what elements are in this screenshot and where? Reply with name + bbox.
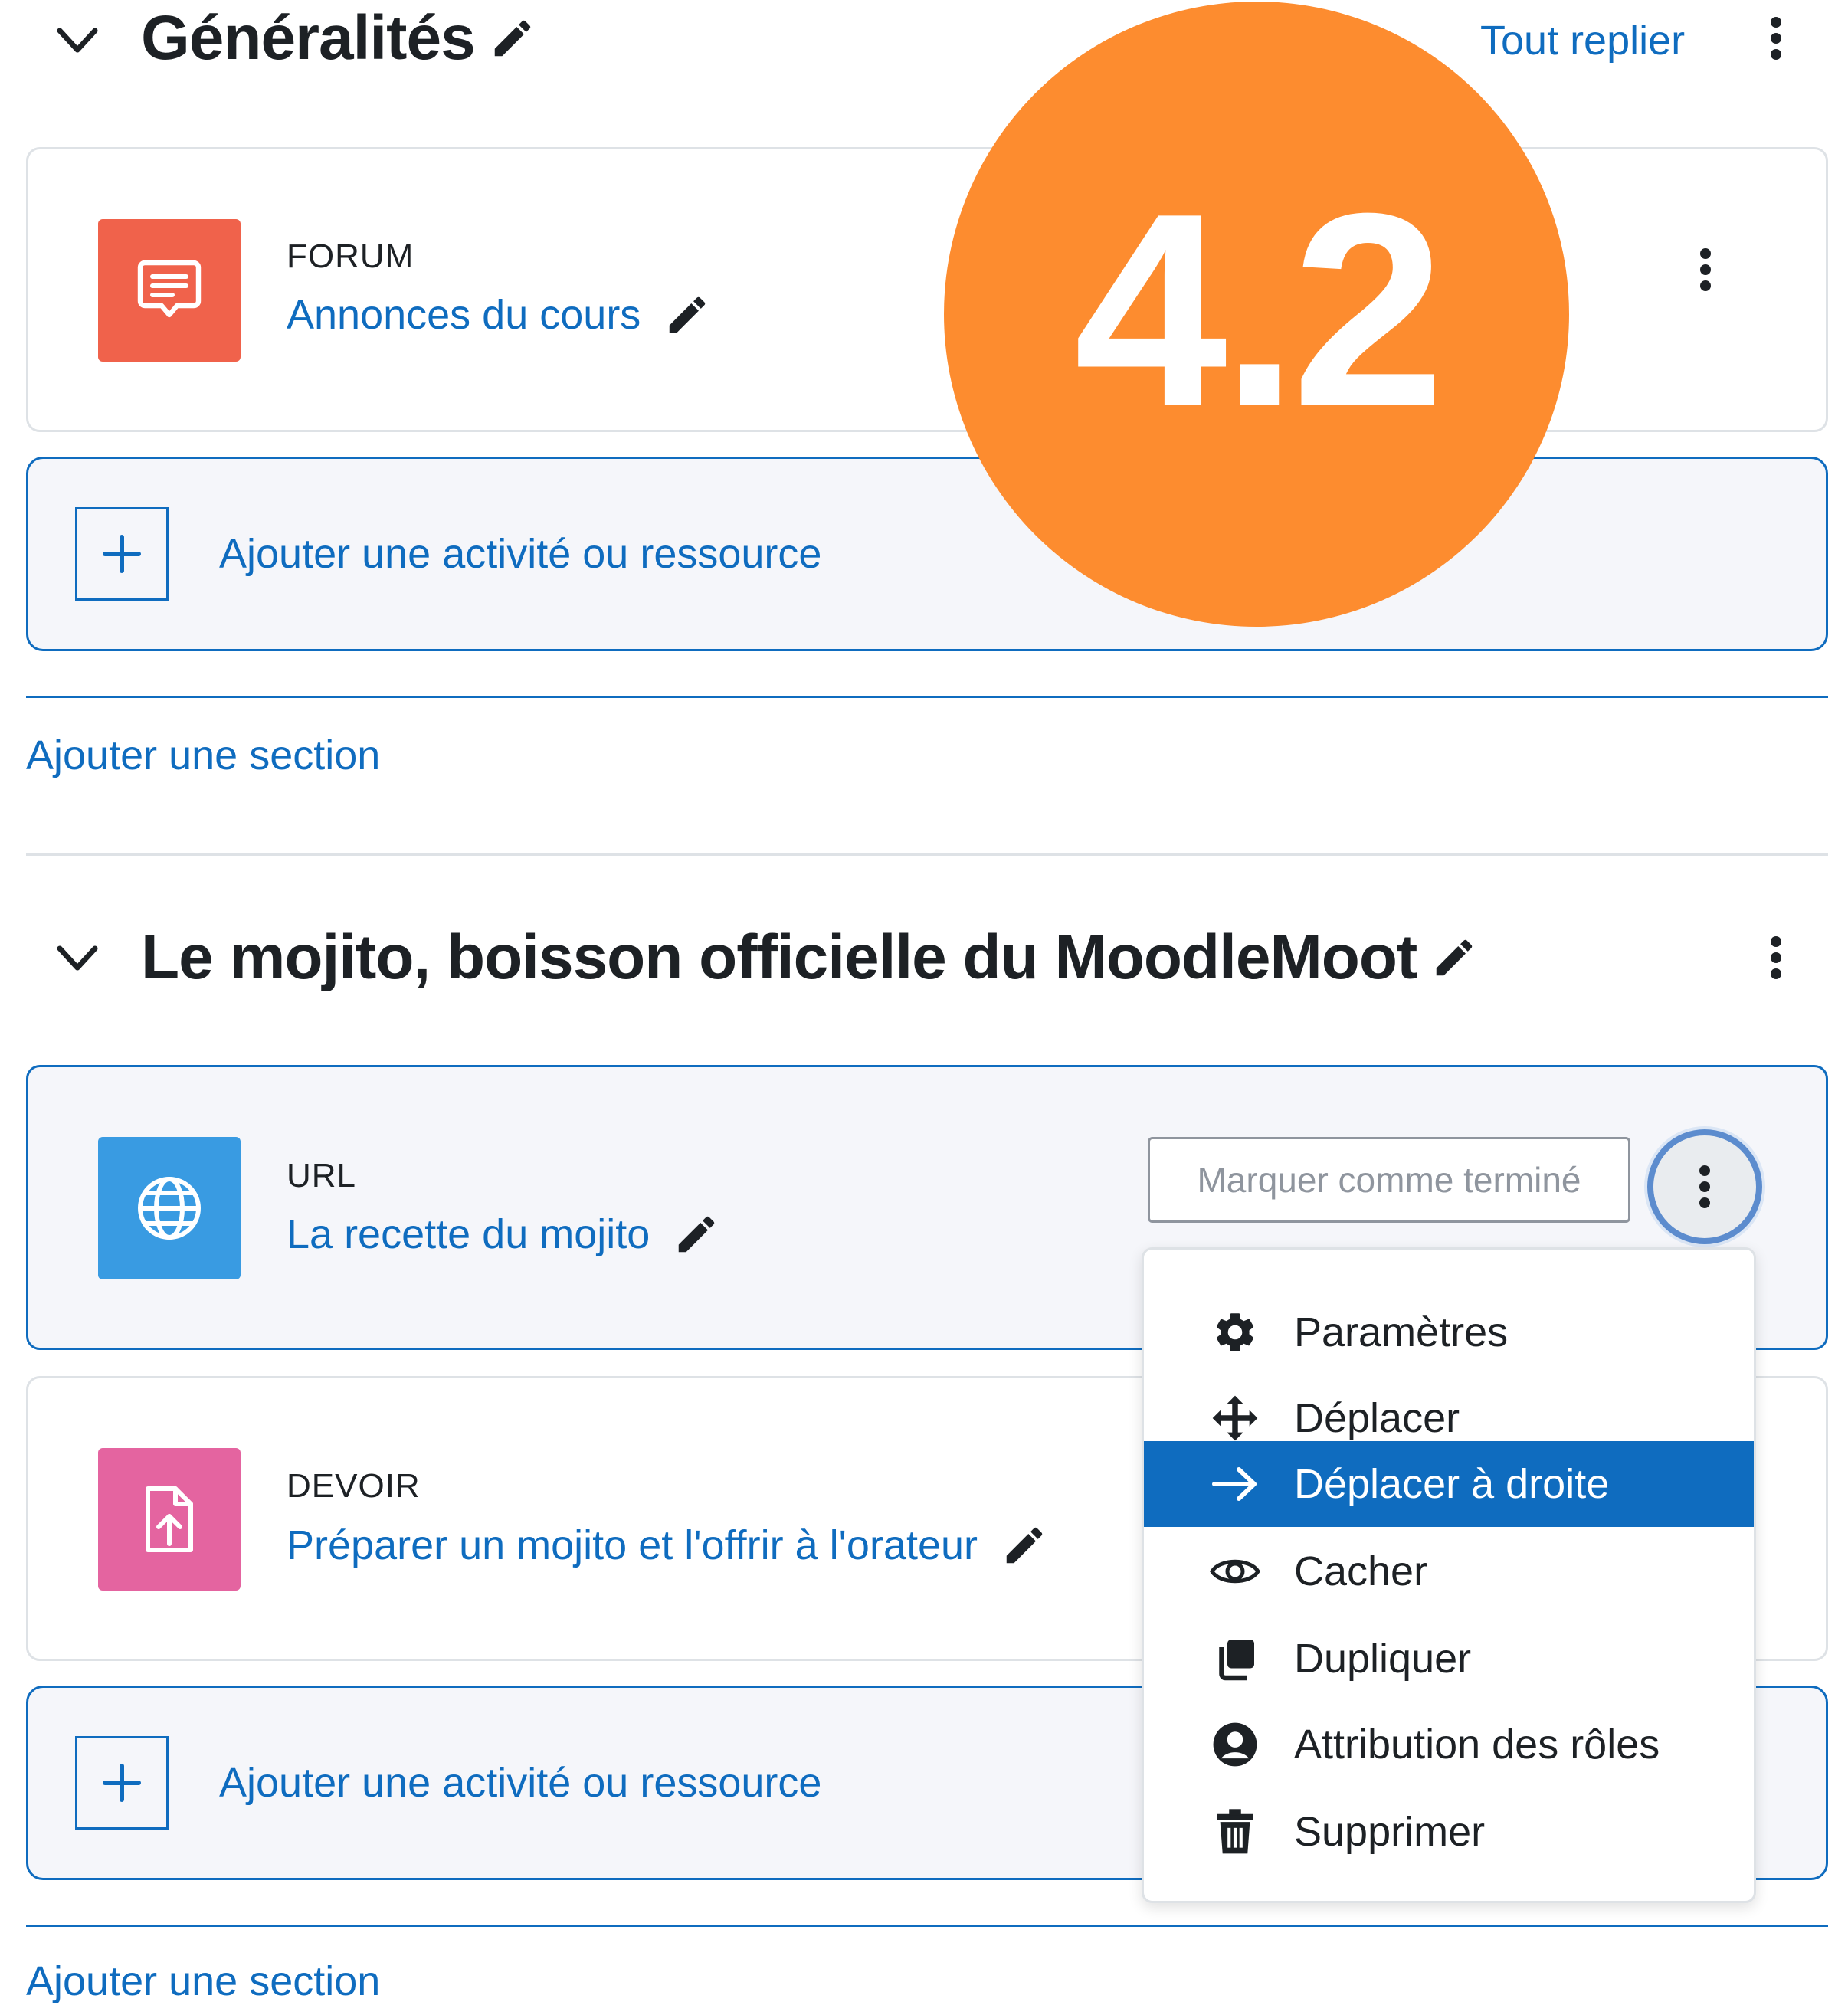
activity-menu-kebab-focused[interactable] bbox=[1647, 1129, 1762, 1244]
menu-item-label: Dupliquer bbox=[1294, 1636, 1472, 1682]
add-activity-label[interactable]: Ajouter une activité ou ressource bbox=[219, 1759, 821, 1807]
version-badge: 4.2 bbox=[944, 2, 1569, 627]
activity-link[interactable]: La recette du mojito bbox=[287, 1211, 720, 1258]
activity-type: DEVOIR bbox=[287, 1467, 421, 1505]
menu-item-move-right[interactable]: Déplacer à droite bbox=[1144, 1441, 1754, 1527]
kebab-icon bbox=[1771, 17, 1781, 60]
gear-icon bbox=[1208, 1309, 1262, 1356]
activity-link[interactable]: Annonces du cours bbox=[287, 291, 711, 339]
kebab-icon bbox=[1700, 248, 1711, 291]
duplicate-icon bbox=[1208, 1636, 1262, 1682]
activity-action-menu: Paramètres Déplacer Déplacer à droite Ca… bbox=[1142, 1247, 1756, 1903]
trash-icon bbox=[1208, 1808, 1262, 1856]
collapse-section-chevron[interactable] bbox=[51, 14, 104, 67]
menu-item-label: Cacher bbox=[1294, 1548, 1428, 1594]
activity-type: FORUM bbox=[287, 238, 414, 275]
add-section-link[interactable]: Ajouter une section bbox=[26, 732, 380, 779]
user-circle-icon bbox=[1208, 1721, 1262, 1768]
add-activity-button[interactable] bbox=[75, 507, 169, 601]
menu-item-label: Déplacer bbox=[1294, 1395, 1460, 1441]
arrow-right-icon bbox=[1208, 1465, 1262, 1503]
globe-icon bbox=[98, 1137, 241, 1279]
eye-icon bbox=[1208, 1552, 1262, 1591]
mark-complete-button[interactable]: Marquer comme terminé bbox=[1148, 1137, 1630, 1223]
activity-menu-kebab[interactable] bbox=[1683, 239, 1728, 300]
add-activity-label[interactable]: Ajouter une activité ou ressource bbox=[219, 530, 821, 578]
plus-icon bbox=[103, 535, 141, 573]
menu-item-delete[interactable]: Supprimer bbox=[1144, 1789, 1754, 1875]
section-title-text: Le mojito, boisson officielle du MoodleM… bbox=[141, 922, 1417, 992]
activity-type: URL bbox=[287, 1157, 357, 1194]
divider bbox=[26, 1925, 1828, 1927]
move-icon bbox=[1208, 1394, 1262, 1443]
divider bbox=[26, 853, 1828, 856]
section-title-text: Généralités bbox=[141, 3, 476, 73]
add-section-link[interactable]: Ajouter une section bbox=[26, 1957, 380, 2005]
collapse-all-link[interactable]: Tout replier bbox=[1480, 17, 1685, 64]
forum-icon bbox=[98, 219, 241, 362]
menu-item-hide[interactable]: Cacher bbox=[1144, 1528, 1754, 1614]
plus-icon bbox=[103, 1764, 141, 1802]
assignment-upload-icon bbox=[98, 1448, 241, 1591]
activity-name[interactable]: Préparer un mojito et l'offrir à l'orate… bbox=[287, 1522, 978, 1569]
menu-item-label: Supprimer bbox=[1294, 1809, 1486, 1855]
edit-pencil-icon[interactable] bbox=[673, 1211, 720, 1258]
menu-item-duplicate[interactable]: Dupliquer bbox=[1144, 1616, 1754, 1702]
add-activity-button[interactable] bbox=[75, 1736, 169, 1830]
chevron-down-icon bbox=[57, 945, 98, 971]
menu-item-label: Attribution des rôles bbox=[1294, 1722, 1660, 1767]
activity-name[interactable]: Annonces du cours bbox=[287, 291, 641, 339]
menu-item-settings[interactable]: Paramètres bbox=[1144, 1289, 1754, 1375]
edit-pencil-icon[interactable] bbox=[1430, 934, 1478, 981]
activity-name[interactable]: La recette du mojito bbox=[287, 1211, 650, 1258]
menu-item-label: Déplacer à droite bbox=[1294, 1461, 1610, 1507]
section-title: Généralités bbox=[141, 0, 536, 77]
section-menu-kebab[interactable] bbox=[1753, 8, 1799, 69]
edit-pencil-icon[interactable] bbox=[489, 15, 536, 62]
kebab-icon bbox=[1699, 1165, 1710, 1208]
section-title: Le mojito, boisson officielle du MoodleM… bbox=[141, 919, 1478, 996]
edit-pencil-icon[interactable] bbox=[664, 291, 711, 339]
chevron-down-icon bbox=[57, 28, 98, 53]
activity-link[interactable]: Préparer un mojito et l'offrir à l'orate… bbox=[287, 1522, 1048, 1569]
collapse-section-chevron[interactable] bbox=[51, 932, 104, 985]
menu-item-assign-roles[interactable]: Attribution des rôles bbox=[1144, 1702, 1754, 1787]
version-badge-text: 4.2 bbox=[1073, 156, 1445, 464]
kebab-icon bbox=[1771, 936, 1781, 979]
divider bbox=[26, 696, 1828, 698]
edit-pencil-icon[interactable] bbox=[1001, 1522, 1048, 1569]
section-menu-kebab[interactable] bbox=[1753, 927, 1799, 988]
menu-item-label: Paramètres bbox=[1294, 1309, 1509, 1355]
